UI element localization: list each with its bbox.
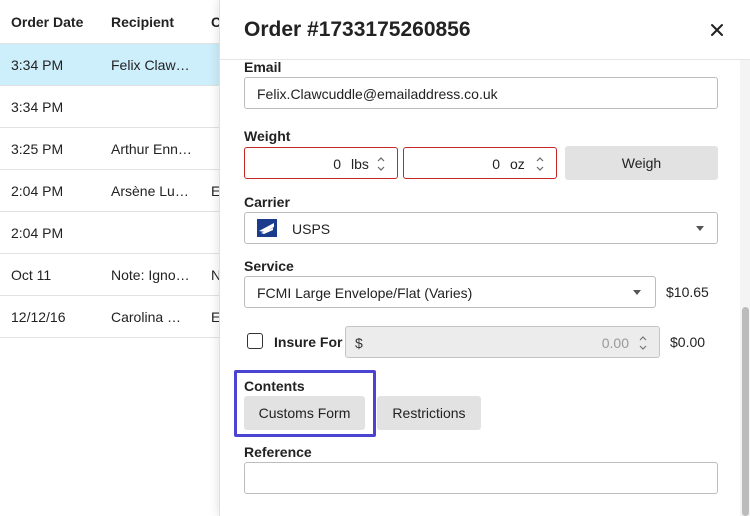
recipient-cell: Arthur Enn… bbox=[111, 141, 192, 157]
lbs-unit: lbs bbox=[351, 156, 369, 172]
column-header-truncated[interactable]: C bbox=[211, 14, 219, 30]
order-date-cell: 3:25 PM bbox=[11, 141, 64, 157]
lbs-stepper-icon[interactable] bbox=[377, 155, 385, 173]
chevron-down-icon bbox=[633, 290, 641, 295]
carrier-value: USPS bbox=[292, 221, 331, 237]
insure-amount: 0.00 bbox=[601, 335, 629, 351]
insure-price: $0.00 bbox=[670, 334, 706, 350]
email-field[interactable]: Felix.Clawcuddle@emailaddress.co.uk bbox=[244, 77, 718, 109]
truncated-cell: N bbox=[211, 267, 219, 283]
order-date-cell: 3:34 PM bbox=[11, 99, 64, 115]
weight-label: Weight bbox=[244, 128, 291, 144]
table-row[interactable]: Oct 11 Note: Igno… N bbox=[0, 254, 219, 296]
table-row[interactable]: 12/12/16 Carolina … E bbox=[0, 296, 219, 338]
insure-checkbox[interactable] bbox=[247, 333, 263, 349]
service-select[interactable]: FCMI Large Envelope/Flat (Varies) bbox=[244, 276, 656, 308]
close-icon[interactable] bbox=[706, 19, 728, 41]
order-date-cell: 12/12/16 bbox=[11, 309, 66, 325]
truncated-cell: E bbox=[211, 183, 219, 199]
recipient-cell: Carolina … bbox=[111, 309, 182, 325]
recipient-cell: Note: Igno… bbox=[111, 267, 190, 283]
carrier-select[interactable]: USPS bbox=[244, 212, 718, 244]
order-detail-drawer: Order #1733175260856 Email Felix.Clawcud… bbox=[219, 0, 750, 516]
chevron-down-icon bbox=[696, 226, 704, 231]
insure-stepper-icon[interactable] bbox=[639, 334, 647, 352]
table-row[interactable]: 2:04 PM Arsène Lu… E bbox=[0, 170, 219, 212]
drawer-header: Order #1733175260856 bbox=[220, 0, 750, 60]
reference-label: Reference bbox=[244, 444, 312, 460]
oz-stepper-icon[interactable] bbox=[536, 155, 544, 173]
orders-table: Order Date Recipient C 3:34 PM Felix Cla… bbox=[0, 0, 219, 516]
table-header: Order Date Recipient C bbox=[0, 0, 219, 44]
oz-unit: oz bbox=[510, 156, 525, 172]
recipient-cell: Arsène Lu… bbox=[111, 183, 189, 199]
customs-form-button[interactable]: Customs Form bbox=[244, 396, 365, 430]
usps-eagle-icon bbox=[257, 219, 277, 237]
insure-currency: $ bbox=[355, 335, 363, 351]
order-date-cell: 3:34 PM bbox=[11, 57, 64, 73]
table-row[interactable]: 3:34 PM Felix Claw… bbox=[0, 44, 219, 86]
weigh-button[interactable]: Weigh bbox=[565, 146, 718, 180]
order-date-cell: Oct 11 bbox=[11, 267, 52, 283]
scrollbar-thumb[interactable] bbox=[742, 307, 749, 516]
column-header-recipient[interactable]: Recipient bbox=[111, 14, 174, 30]
weight-lbs-input[interactable]: 0 lbs bbox=[244, 147, 398, 179]
table-row[interactable]: 3:34 PM bbox=[0, 86, 219, 128]
table-row[interactable]: 2:04 PM bbox=[0, 212, 219, 254]
column-header-order-date[interactable]: Order Date bbox=[11, 14, 83, 30]
lbs-value: 0 bbox=[333, 156, 341, 172]
drawer-title: Order #1733175260856 bbox=[244, 18, 471, 41]
email-label: Email bbox=[244, 59, 282, 75]
insure-amount-input[interactable]: $ 0.00 bbox=[345, 326, 660, 358]
order-date-cell: 2:04 PM bbox=[11, 183, 64, 199]
email-value: Felix.Clawcuddle@emailaddress.co.uk bbox=[257, 86, 498, 102]
restrictions-button[interactable]: Restrictions bbox=[377, 396, 481, 430]
service-label: Service bbox=[244, 258, 294, 274]
oz-value: 0 bbox=[492, 156, 500, 172]
carrier-label: Carrier bbox=[244, 194, 290, 210]
order-date-cell: 2:04 PM bbox=[11, 225, 64, 241]
weight-oz-input[interactable]: 0 oz bbox=[403, 147, 557, 179]
recipient-cell: Felix Claw… bbox=[111, 57, 190, 73]
table-row[interactable]: 3:25 PM Arthur Enn… bbox=[0, 128, 219, 170]
service-price: $10.65 bbox=[666, 284, 709, 300]
service-value: FCMI Large Envelope/Flat (Varies) bbox=[257, 285, 473, 301]
contents-label: Contents bbox=[244, 378, 305, 394]
insure-for-label[interactable]: Insure For bbox=[274, 334, 342, 350]
reference-field[interactable] bbox=[244, 462, 718, 494]
truncated-cell: E bbox=[211, 309, 219, 325]
